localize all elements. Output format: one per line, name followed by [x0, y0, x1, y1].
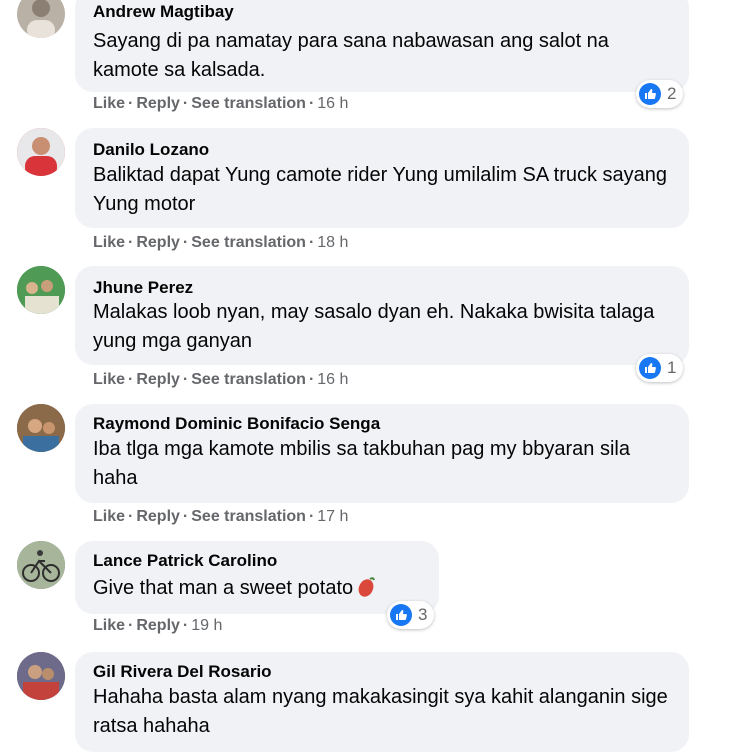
person-avatar-icon [17, 128, 65, 176]
group-photo-avatar-icon [17, 652, 65, 700]
see-translation-link[interactable]: See translation [191, 95, 306, 112]
separator: · [308, 508, 315, 525]
separator: · [308, 95, 315, 112]
separator: · [182, 508, 189, 525]
timestamp[interactable]: 18 h [317, 234, 348, 251]
separator: · [182, 617, 189, 634]
person-avatar-icon [27, 0, 55, 38]
comment-bubble: Gil Rivera Del Rosario Hahaha basta alam… [75, 652, 689, 752]
separator: · [182, 234, 189, 251]
comment-text: Sayang di pa namatay para sana nabawasan… [93, 30, 609, 81]
separator: · [128, 234, 134, 251]
comment-text-content: Give that man a sweet potato [93, 577, 354, 599]
see-translation-link[interactable]: See translation [191, 508, 306, 525]
bicycle-photo-avatar-icon [17, 541, 65, 589]
like-link[interactable]: Like [93, 371, 125, 388]
like-icon [390, 604, 412, 626]
comment-text: Baliktad dapat Yung camote rider Yung um… [93, 164, 668, 215]
separator: · [182, 95, 189, 112]
comment-bubble: Danilo Lozano Baliktad dapat Yung camote… [75, 128, 689, 228]
comment-actions: Like · Reply · See translation · 16 h [93, 371, 348, 389]
see-translation-link[interactable]: See translation [191, 234, 306, 251]
comment-author[interactable]: Lance Patrick Carolino [93, 551, 277, 571]
comment-author[interactable]: Danilo Lozano [93, 140, 209, 160]
reaction-badge[interactable]: 2 [636, 80, 684, 108]
comment-text: Hahaha basta alam nyang makakasingit sya… [93, 686, 668, 737]
timestamp[interactable]: 16 h [317, 371, 348, 388]
group-photo-avatar-icon [17, 404, 65, 452]
timestamp[interactable]: 16 h [317, 95, 348, 112]
reaction-badge[interactable]: 1 [636, 354, 684, 382]
like-link[interactable]: Like [93, 234, 125, 251]
sweet-potato-icon [358, 577, 376, 597]
avatar[interactable] [17, 404, 65, 452]
comment-actions: Like · Reply · 19 h [93, 617, 222, 635]
group-photo-avatar-icon [17, 266, 65, 314]
avatar[interactable] [17, 541, 65, 589]
separator: · [128, 371, 134, 388]
like-link[interactable]: Like [93, 508, 125, 525]
comment-bubble: Raymond Dominic Bonifacio Senga Iba tlga… [75, 404, 689, 503]
comment-bubble: Andrew Magtibay Sayang di pa namatay par… [75, 0, 689, 92]
comment-bubble: Jhune Perez Malakas loob nyan, may sasal… [75, 266, 689, 365]
avatar[interactable] [17, 266, 65, 314]
reply-link[interactable]: Reply [136, 371, 180, 388]
like-link[interactable]: Like [93, 95, 125, 112]
comment-author[interactable]: Jhune Perez [93, 278, 193, 298]
avatar[interactable] [17, 128, 65, 176]
comment-bubble: Lance Patrick Carolino Give that man a s… [75, 541, 439, 614]
comment-actions: Like · Reply · See translation · 17 h [93, 508, 348, 526]
comment-text: Malakas loob nyan, may sasalo dyan eh. N… [93, 301, 655, 352]
reply-link[interactable]: Reply [136, 508, 180, 525]
reaction-badge[interactable]: 3 [387, 601, 435, 629]
comment-author[interactable]: Gil Rivera Del Rosario [93, 662, 272, 682]
reply-link[interactable]: Reply [136, 617, 180, 634]
reply-link[interactable]: Reply [136, 234, 180, 251]
comment-author[interactable]: Raymond Dominic Bonifacio Senga [93, 414, 380, 434]
like-icon [639, 83, 661, 105]
like-link[interactable]: Like [93, 617, 125, 634]
separator: · [182, 371, 189, 388]
comment-actions: Like · Reply · See translation · 18 h [93, 234, 348, 252]
separator: · [128, 508, 134, 525]
reply-link[interactable]: Reply [136, 95, 180, 112]
comment-text: Iba tlga mga kamote mbilis sa takbuhan p… [93, 438, 630, 489]
see-translation-link[interactable]: See translation [191, 371, 306, 388]
comment-author[interactable]: Andrew Magtibay [93, 2, 234, 22]
like-icon [639, 357, 661, 379]
timestamp[interactable]: 17 h [317, 508, 348, 525]
avatar[interactable] [17, 0, 65, 38]
reaction-count: 3 [418, 605, 428, 624]
reaction-count: 2 [667, 84, 677, 103]
avatar[interactable] [17, 652, 65, 700]
separator: · [308, 371, 315, 388]
separator: · [128, 95, 134, 112]
separator: · [128, 617, 134, 634]
comment-actions: Like · Reply · See translation · 16 h [93, 95, 348, 113]
reaction-count: 1 [667, 358, 677, 377]
separator: · [308, 234, 315, 251]
comment-text: Give that man a sweet potato [93, 574, 425, 603]
timestamp[interactable]: 19 h [191, 617, 222, 634]
